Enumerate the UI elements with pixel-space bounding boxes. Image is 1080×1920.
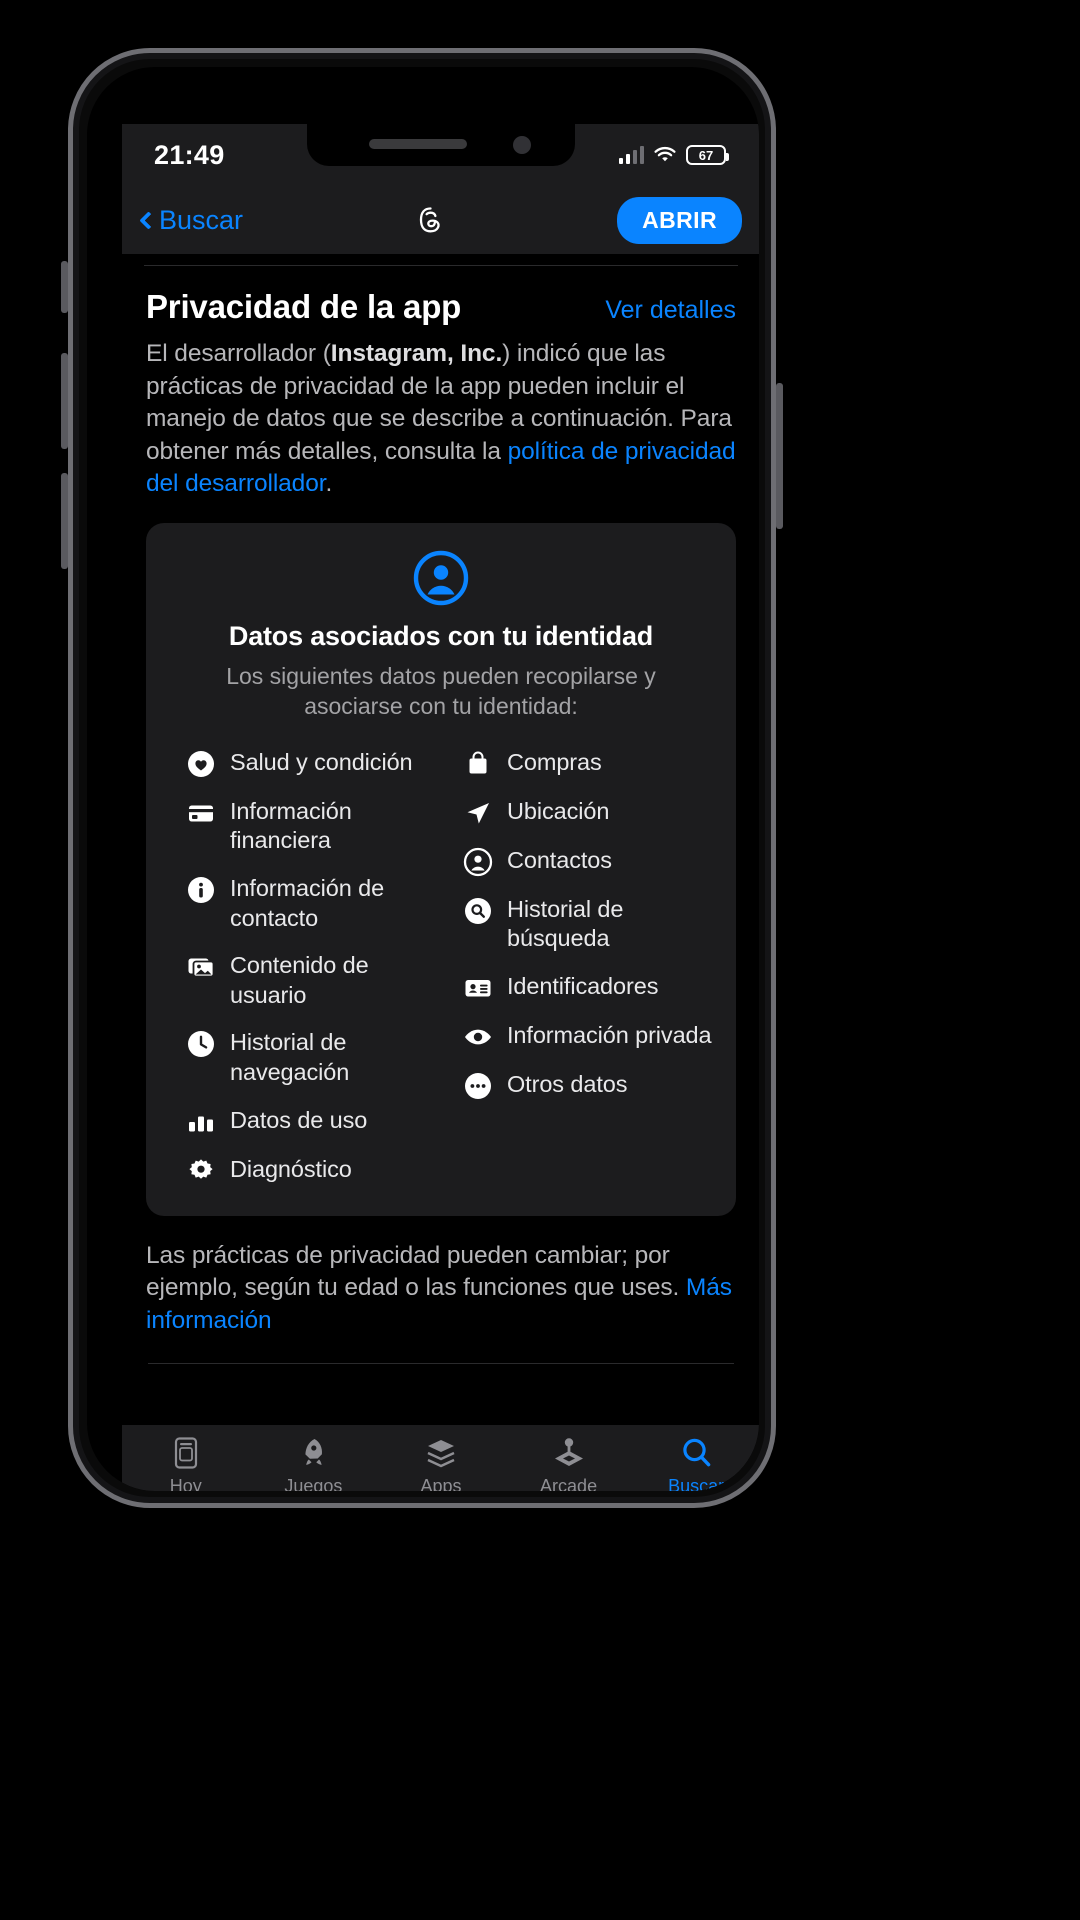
list-item: Otros datos: [463, 1070, 716, 1101]
footer-text: Las prácticas de privacidad pueden cambi…: [146, 1241, 686, 1302]
tab-label: Buscar: [668, 1476, 725, 1491]
credit-card-icon: [186, 798, 216, 828]
privacy-data-card: Datos asociados con tu identidad Los sig…: [146, 522, 736, 1216]
tab-arcade[interactable]: Arcade: [509, 1433, 629, 1491]
privacy-intro-paragraph: El desarrollador (Instagram, Inc.) indic…: [144, 326, 738, 501]
list-item-label: Diagnóstico: [230, 1155, 352, 1182]
tab-hoy[interactable]: Hoy: [126, 1433, 246, 1491]
tab-bar: Hoy Juegos Apps Arcade Buscar: [122, 1425, 759, 1491]
gear-icon: [186, 1156, 216, 1186]
list-item: Información financiera: [186, 797, 439, 856]
heart-circle-icon: [186, 749, 216, 779]
open-app-button[interactable]: ABRIR: [617, 196, 742, 244]
person-circle-icon: [166, 549, 716, 607]
privacy-footer-paragraph: Las prácticas de privacidad pueden cambi…: [144, 1216, 738, 1338]
intro-suffix: .: [325, 470, 333, 498]
magnifier-circle-icon: [463, 896, 493, 926]
info-circle-icon: [186, 875, 216, 905]
volume-up-button[interactable]: [61, 353, 68, 449]
tab-buscar[interactable]: Buscar: [636, 1433, 756, 1491]
mute-switch[interactable]: [61, 261, 68, 313]
screenshot-root: 21:49 67 Buscar ABRIR Privacidad de la a…: [0, 0, 1080, 1920]
list-item: Diagnóstico: [186, 1155, 439, 1186]
card-subtitle: Los siguientes datos pueden recopilarse …: [226, 662, 656, 719]
battery-level: 67: [698, 147, 714, 163]
bar-chart-icon: [186, 1107, 216, 1137]
app-stack-icon: [424, 1433, 458, 1473]
intro-prefix: El desarrollador (: [146, 340, 331, 367]
list-item: Salud y condición: [186, 748, 439, 779]
power-button[interactable]: [776, 383, 783, 529]
list-item: Ubicación: [463, 797, 716, 828]
id-card-icon: [463, 973, 493, 1003]
tab-label: Arcade: [540, 1476, 598, 1491]
list-item-label: Historial de búsqueda: [507, 895, 624, 952]
today-icon: [170, 1433, 202, 1473]
view-details-link[interactable]: Ver detalles: [605, 296, 736, 325]
bottom-divider: [148, 1363, 734, 1365]
list-item-label: Identificadores: [507, 972, 659, 999]
privacy-section-header: Privacidad de la app Ver detalles: [144, 266, 738, 326]
privacy-content: Privacidad de la app Ver detalles El des…: [122, 254, 759, 1425]
back-button[interactable]: Buscar: [134, 205, 243, 236]
data-type-columns: Salud y condición Información financiera: [166, 748, 716, 1186]
front-camera: [513, 136, 531, 154]
list-item-label: Historial de navegación: [230, 1029, 350, 1085]
rocket-icon: [297, 1433, 329, 1473]
list-item-label: Información financiera: [230, 797, 352, 854]
photo-stack-icon: [186, 952, 216, 982]
list-item: Contactos: [463, 846, 716, 877]
list-item: Compras: [463, 748, 716, 779]
list-item: Información privada: [463, 1021, 716, 1052]
shopping-bag-icon: [463, 749, 493, 779]
status-clock: 21:49: [154, 139, 225, 170]
data-column-left: Salud y condición Información financiera: [186, 748, 439, 1186]
list-item: Historial de navegación: [186, 1028, 439, 1087]
list-item-label: Datos de uso: [230, 1106, 368, 1133]
list-item-label: Contactos: [507, 846, 612, 873]
list-item-label: Compras: [507, 748, 602, 775]
tab-label: Apps: [420, 1476, 462, 1491]
developer-name: Instagram, Inc.: [330, 340, 503, 367]
person-circle-icon: [463, 847, 493, 877]
list-item-label: Contenido de usuario: [230, 952, 369, 1008]
device-notch: [307, 124, 575, 166]
ellipsis-circle-icon: [463, 1071, 493, 1101]
app-store-screen: 21:49 67 Buscar ABRIR Privacidad de la a…: [122, 124, 759, 1491]
tab-juegos[interactable]: Juegos: [253, 1433, 373, 1491]
eye-icon: [463, 1022, 493, 1052]
chevron-left-icon: [139, 210, 158, 230]
phone-screen-bezel: 21:49 67 Buscar ABRIR Privacidad de la a…: [87, 67, 759, 1491]
cellular-signal-icon: [618, 146, 644, 164]
volume-down-button[interactable]: [61, 473, 68, 569]
phone-frame: 21:49 67 Buscar ABRIR Privacidad de la a…: [61, 48, 783, 1508]
list-item-label: Ubicación: [507, 797, 610, 824]
navigation-bar: Buscar ABRIR: [122, 186, 759, 254]
list-item-label: Información de contacto: [230, 874, 385, 931]
back-button-label: Buscar: [159, 204, 244, 235]
search-icon: [680, 1433, 712, 1473]
clock-icon: [186, 1029, 216, 1059]
list-item-label: Salud y condición: [230, 748, 413, 775]
location-arrow-icon: [463, 798, 493, 828]
list-item: Historial de búsqueda: [463, 895, 716, 954]
card-title: Datos asociados con tu identidad: [228, 620, 654, 651]
battery-icon: 67: [686, 145, 729, 165]
arcade-joystick-icon: [552, 1433, 586, 1473]
list-item: Contenido de usuario: [186, 951, 439, 1010]
earpiece-speaker: [369, 139, 467, 149]
data-column-right: Compras Ubicación Contactos Historial de…: [463, 748, 716, 1186]
page-title: Privacidad de la app: [146, 288, 462, 325]
list-item: Identificadores: [463, 972, 716, 1003]
list-item: Datos de uso: [186, 1106, 439, 1137]
tab-label: Juegos: [284, 1476, 343, 1491]
threads-logo-icon: [409, 199, 451, 241]
wifi-icon: [653, 146, 677, 164]
tab-label: Hoy: [169, 1476, 202, 1491]
status-icons: 67: [618, 145, 729, 165]
list-item-label: Información privada: [507, 1021, 712, 1048]
tab-apps[interactable]: Apps: [381, 1433, 501, 1491]
list-item-label: Otros datos: [507, 1070, 628, 1097]
list-item: Información de contacto: [186, 874, 439, 933]
